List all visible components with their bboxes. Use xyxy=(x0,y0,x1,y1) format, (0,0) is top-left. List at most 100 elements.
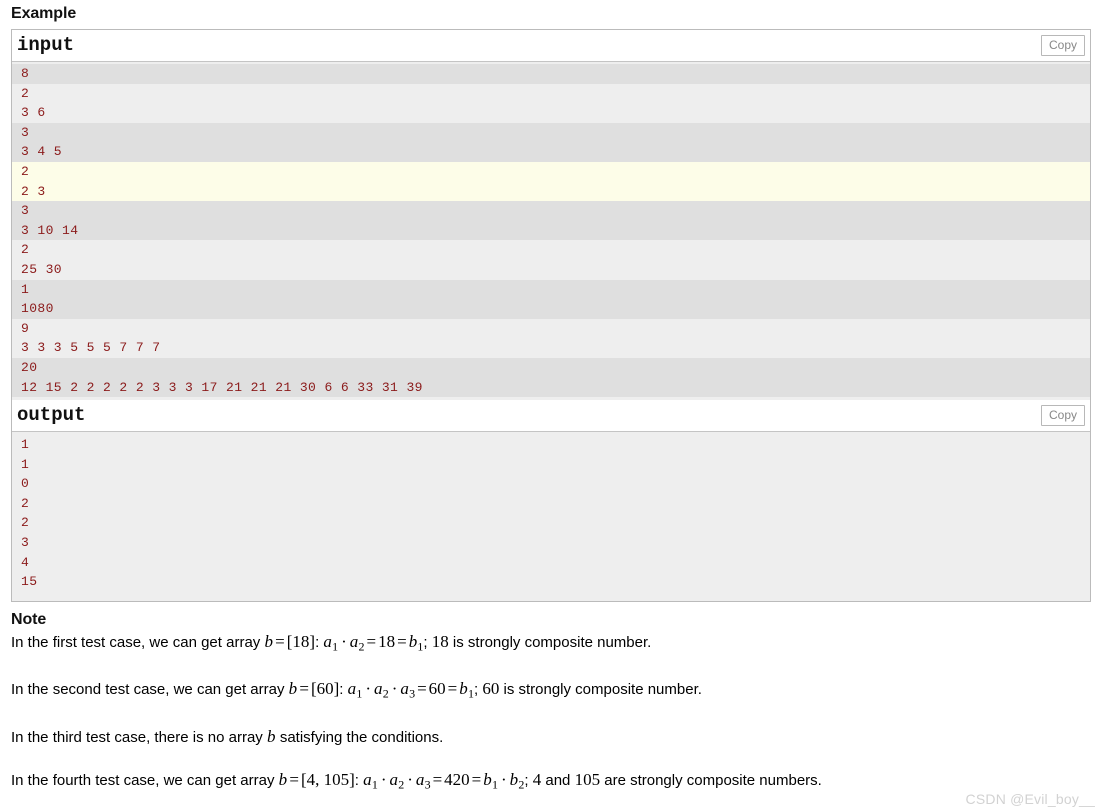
math-token: 18 xyxy=(378,631,396,651)
math-token: = xyxy=(432,769,443,789)
math-token: a xyxy=(349,631,359,651)
output-line: 1 xyxy=(21,437,30,453)
page-root: Example input Copy 823 633 4 522 333 10 … xyxy=(0,0,1101,795)
note-paragraph: In the fourth test case, we can get arra… xyxy=(11,769,1091,795)
output-line: 3 xyxy=(21,535,30,551)
math-token: 18 xyxy=(431,631,449,651)
input-line: 8 xyxy=(21,66,30,81)
input-code-area[interactable]: 823 633 4 522 333 10 14 2 25 30 1 1080 9 3 3 3… xyxy=(12,62,1090,401)
math-token: = xyxy=(417,679,427,699)
output-line: 2 xyxy=(21,495,30,511)
math-token: 420 xyxy=(444,769,470,789)
input-line: 3 4 5 xyxy=(21,144,63,160)
page-title-example: Example xyxy=(11,5,77,22)
math-token: · xyxy=(380,769,387,789)
input-line: 2 xyxy=(21,242,30,258)
input-testcase-group: 1 1080 xyxy=(12,279,1090,319)
math-token: b xyxy=(266,726,276,746)
output-line: 4 xyxy=(21,554,30,570)
math-token: = xyxy=(299,679,309,699)
input-testcase-group: 20 12 15 2 2 2 2 2 3 3 3 17 21 21 21 30 6… xyxy=(12,357,1090,398)
note-text: is strongly composite number. xyxy=(448,633,652,651)
note-text: : xyxy=(339,681,348,699)
math-token: = xyxy=(447,679,458,699)
output-line: 15 xyxy=(21,574,38,590)
math-token: = xyxy=(275,631,285,651)
input-line: 3 xyxy=(21,203,30,219)
input-testcase-group: 9 3 3 3 5 5 5 7 7 7 xyxy=(12,318,1090,358)
input-line: 12 15 2 2 2 2 2 3 3 3 17 21 21 21 30 6 6… xyxy=(21,379,423,395)
math-token: b xyxy=(264,631,274,651)
math-token: · xyxy=(407,769,413,789)
math-token: a xyxy=(415,769,425,789)
input-line: 2 xyxy=(21,85,30,101)
output-header: output Copy xyxy=(12,400,1090,433)
note-text: are strongly composite numbers. xyxy=(600,771,822,789)
note-text: In the second test case, we can get arra… xyxy=(11,681,289,699)
input-testcase-group: 2 25 30 xyxy=(12,240,1090,280)
input-testcase-group: 3 3 10 14 xyxy=(12,201,1090,241)
copy-output-button[interactable]: Copy xyxy=(1040,405,1085,427)
math-token: b xyxy=(483,769,492,789)
math-token: [60] xyxy=(310,679,340,699)
input-testcase-group: 22 3 xyxy=(12,161,1090,202)
copy-input-button[interactable]: Copy xyxy=(1040,35,1085,56)
math-token: 4 xyxy=(532,769,542,789)
note-text: In the fourth test case, we can get arra… xyxy=(11,771,279,789)
math-token: 1 xyxy=(371,776,378,791)
note-text: ; xyxy=(423,633,432,651)
math-token: = xyxy=(471,769,482,789)
output-line: 0 xyxy=(21,476,30,492)
input-line: 20 xyxy=(21,359,38,375)
note-text: ; xyxy=(524,771,533,789)
math-token: = xyxy=(366,631,377,651)
output-label: output xyxy=(17,404,86,427)
note-text: In the first test case, we can get array xyxy=(11,633,265,651)
page-title-note: Note xyxy=(11,610,47,628)
input-line: 3 10 14 xyxy=(21,222,79,238)
math-token: · xyxy=(341,631,347,651)
input-testcase-group: 23 6 xyxy=(12,83,1090,123)
math-token: · xyxy=(365,679,371,699)
input-line: 1080 xyxy=(21,301,54,317)
note-paragraph: In the first test case, we can get array… xyxy=(11,631,1091,657)
note-text: : xyxy=(354,771,364,789)
note-text: is strongly composite number. xyxy=(499,681,702,699)
math-token: · xyxy=(500,769,507,789)
note-paragraph-spacer xyxy=(11,748,1091,769)
input-line: 2 xyxy=(21,163,30,179)
input-label: input xyxy=(17,34,75,56)
math-token: b xyxy=(459,679,468,699)
input-line: 3 xyxy=(21,124,30,140)
math-token: 60 xyxy=(428,679,446,699)
math-token: 2 xyxy=(358,639,365,654)
math-token: 105 xyxy=(574,769,601,789)
input-line: 9 xyxy=(21,320,30,336)
note-text: satisfying the conditions. xyxy=(275,728,444,746)
output-line: 2 xyxy=(21,515,30,531)
math-token: 2 xyxy=(382,686,389,701)
math-token: a xyxy=(363,769,372,789)
note-text: In the third test case, there is no arra… xyxy=(11,728,267,746)
note-paragraph: In the second test case, we can get arra… xyxy=(11,678,1091,704)
input-line: 1 xyxy=(21,281,30,297)
input-header: input Copy xyxy=(12,30,1090,62)
math-token: a xyxy=(323,631,333,651)
note-text: and xyxy=(541,771,575,789)
output-line: 1 xyxy=(21,456,30,472)
input-testcase-group: 3 3 4 5 xyxy=(12,122,1090,162)
note-paragraph-spacer xyxy=(11,705,1091,726)
note-section: In the first test case, we can get array… xyxy=(11,631,1091,795)
math-token: [18] xyxy=(286,631,316,651)
math-token: a xyxy=(389,769,399,789)
input-line: 2 3 xyxy=(21,183,46,199)
note-paragraph-spacer xyxy=(11,657,1091,678)
input-line: 25 30 xyxy=(21,261,63,277)
math-token: · xyxy=(391,679,398,699)
input-line: 3 3 3 5 5 5 7 7 7 xyxy=(21,340,161,356)
output-bottom-padding xyxy=(12,592,1090,596)
output-code-area[interactable]: 1 1 0 2 2 3 4 15 xyxy=(12,432,1090,601)
math-token: [4, 105] xyxy=(300,769,355,789)
sample-tests-block: input Copy 823 633 4 522 333 10 14 2 25 30… xyxy=(11,29,1091,602)
math-token: a xyxy=(400,679,410,699)
